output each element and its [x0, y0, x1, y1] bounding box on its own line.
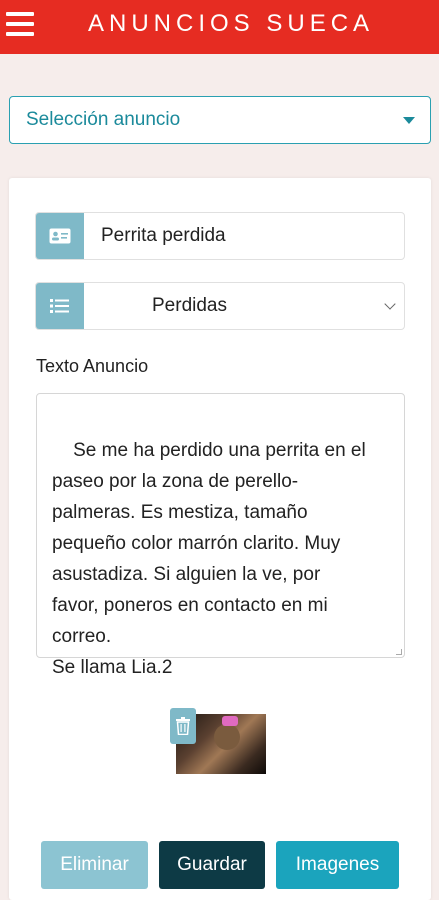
- ad-text-textarea[interactable]: Se me ha perdido una perrita en el paseo…: [36, 393, 405, 678]
- delete-button[interactable]: Eliminar: [41, 841, 148, 889]
- hamburger-menu-icon[interactable]: [6, 12, 34, 36]
- id-card-icon: [36, 213, 84, 259]
- app-header: ANUNCIOS SUECA: [0, 0, 439, 54]
- dog-bow: [222, 716, 238, 726]
- save-button[interactable]: Guardar: [159, 841, 265, 889]
- ad-form-card: Perrita perdida Perdidas Texto Anuncio S…: [9, 178, 431, 900]
- category-select[interactable]: Perdidas: [35, 282, 405, 330]
- chevron-down-icon: [403, 117, 415, 124]
- resize-handle[interactable]: [396, 649, 402, 655]
- ad-select-label: Selección anuncio: [26, 109, 181, 130]
- images-button[interactable]: Imagenes: [276, 841, 399, 889]
- category-value: Perdidas: [152, 295, 227, 316]
- app-title: ANUNCIOS SUECA: [88, 10, 375, 37]
- trash-icon[interactable]: [170, 708, 196, 744]
- ad-select-dropdown[interactable]: Selección anuncio: [9, 96, 431, 144]
- ad-title-field[interactable]: Perrita perdida: [35, 212, 405, 260]
- dog-photo: [214, 724, 240, 750]
- ad-text-label: Texto Anuncio: [36, 356, 149, 376]
- list-icon: [36, 283, 84, 329]
- ad-title-input[interactable]: Perrita perdida: [84, 213, 404, 259]
- ad-text-content: Se me ha perdido una perrita en el paseo…: [52, 440, 366, 678]
